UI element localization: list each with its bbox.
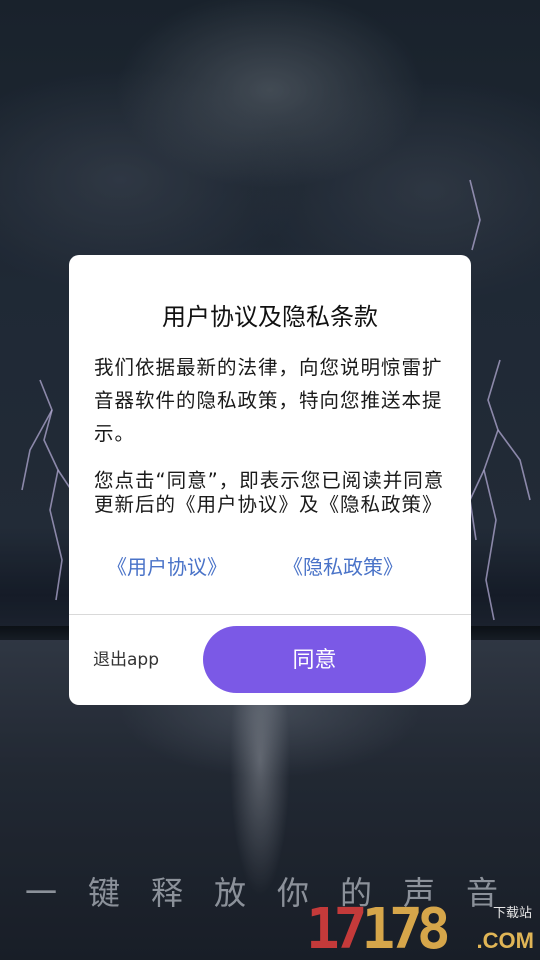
user-agreement-link[interactable]: 《用户协议》	[107, 553, 227, 581]
dialog-title: 用户协议及隐私条款	[162, 303, 378, 331]
dialog-paragraph-notice: 我们依据最新的法律，向您说明惊雷扩音器软件的隐私政策，特向您推送本提示。	[94, 356, 443, 445]
exit-app-button[interactable]: 退出app	[93, 647, 159, 673]
app-screen: 一键释放你的声音 17178 .COM 下载站 用户协议及隐私条款 我们依据最新…	[0, 0, 540, 960]
site-watermark: 17178 .COM 下载站	[306, 900, 534, 958]
dialog-divider	[69, 614, 471, 615]
watermark-logo-digits: 17178	[306, 902, 451, 958]
watermark-domain: .COM	[476, 928, 534, 953]
policy-links: 《用户协议》 《隐私政策》	[69, 553, 471, 583]
privacy-dialog: 用户协议及隐私条款 我们依据最新的法律，向您说明惊雷扩音器软件的隐私政策，特向您…	[69, 255, 471, 705]
watermark-digits-gold: 178	[361, 897, 450, 960]
dialog-paragraph-consent: 您点击“同意”，即表示您已阅读并同意更新后的《用户协议》及《隐私政策》	[94, 469, 445, 516]
privacy-policy-link[interactable]: 《隐私政策》	[283, 553, 403, 581]
watermark-site-label: 下载站	[492, 906, 532, 921]
watermark-digits-red: 17	[306, 897, 367, 960]
agree-button[interactable]: 同意	[203, 626, 426, 693]
